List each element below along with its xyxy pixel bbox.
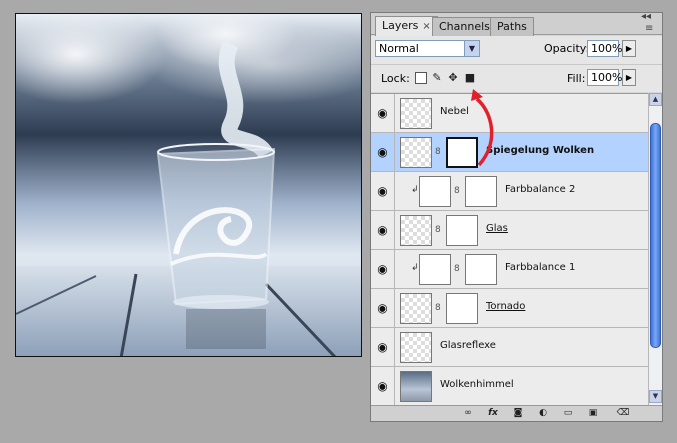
clipping-arrow-icon: ↲: [411, 263, 419, 273]
layer-row-wolkenhimmel[interactable]: ◉ Wolkenhimmel: [371, 367, 648, 405]
scroll-up-icon[interactable]: ▲: [649, 93, 662, 106]
layer-row-farbbalance-2[interactable]: ◉ ↲ 8 Farbbalance 2: [371, 172, 648, 211]
tab-channels[interactable]: Channels: [432, 17, 497, 36]
visibility-eye-icon[interactable]: ◉: [371, 94, 395, 132]
layer-thumbnail: [400, 332, 432, 363]
new-layer-icon[interactable]: ▣: [586, 407, 600, 420]
mask-link-chain-icon[interactable]: 8: [454, 264, 460, 274]
fill-label: Fill:: [567, 72, 586, 85]
lock-position-move-icon[interactable]: ✥: [447, 72, 459, 84]
trash-icon[interactable]: ⌫: [616, 407, 630, 420]
mask-link-chain-icon[interactable]: 8: [435, 147, 441, 157]
layers-panel: Layers × Channels Paths ◂◂ ≡ Normal ▼ Opa…: [370, 12, 663, 422]
fill-slider-button[interactable]: ▶: [622, 69, 636, 86]
tab-paths[interactable]: Paths: [490, 17, 534, 36]
adjustment-layer-icon[interactable]: ◐: [536, 407, 550, 420]
layer-thumbnail: [400, 371, 432, 402]
layer-thumbnail: [400, 293, 432, 324]
add-mask-icon[interactable]: ◙: [511, 407, 525, 420]
adjustment-layer-icon: [419, 254, 451, 285]
visibility-eye-icon[interactable]: ◉: [371, 250, 395, 288]
lock-transparency-icon[interactable]: [415, 72, 427, 84]
chevron-down-icon[interactable]: ▼: [464, 41, 479, 56]
layer-mask-thumbnail[interactable]: [446, 215, 478, 246]
opacity-label: Opacity:: [544, 42, 590, 55]
layer-row-glasreflexe[interactable]: ◉ Glasreflexe: [371, 328, 648, 367]
layer-thumbnail: [400, 98, 432, 129]
layer-thumbnail: [400, 137, 432, 168]
panel-tab-bar: Layers × Channels Paths ◂◂ ≡: [371, 12, 662, 36]
layers-scrollbar[interactable]: ▲ ▼: [648, 93, 662, 405]
mask-link-chain-icon[interactable]: 8: [454, 186, 460, 196]
mask-link-chain-icon[interactable]: 8: [435, 303, 441, 313]
panel-menu-icon[interactable]: ≡: [645, 24, 653, 34]
visibility-eye-icon[interactable]: ◉: [371, 289, 395, 327]
scroll-down-icon[interactable]: ▼: [649, 390, 662, 403]
clipping-arrow-icon: ↲: [411, 185, 419, 195]
document-canvas[interactable]: [15, 13, 362, 357]
layer-style-fx-icon[interactable]: fx: [486, 407, 500, 420]
annotation-arrow: [471, 89, 494, 167]
adjustment-layer-icon: [419, 176, 451, 207]
layer-mask-thumbnail[interactable]: [446, 293, 478, 324]
tab-layers[interactable]: Layers ×: [375, 16, 438, 36]
scrollbar-thumb[interactable]: [650, 123, 661, 348]
blend-options-row: Normal ▼ Opacity: 100% ▶: [371, 36, 662, 64]
visibility-eye-icon[interactable]: ◉: [371, 211, 395, 249]
mask-link-chain-icon[interactable]: 8: [435, 225, 441, 235]
layer-row-farbbalance-1[interactable]: ◉ ↲ 8 Farbbalance 1: [371, 250, 648, 289]
new-group-folder-icon[interactable]: ▭: [561, 407, 575, 420]
blend-mode-select[interactable]: Normal ▼: [375, 40, 480, 57]
visibility-eye-icon[interactable]: ◉: [371, 172, 395, 210]
lock-row: Lock: ✎ ✥ ■ Fill: 100% ▶: [371, 64, 662, 92]
opacity-slider-button[interactable]: ▶: [622, 40, 636, 57]
layer-mask-thumbnail[interactable]: [465, 176, 497, 207]
layer-mask-thumbnail[interactable]: [465, 254, 497, 285]
visibility-eye-icon[interactable]: ◉: [371, 328, 395, 366]
layer-row-glas[interactable]: ◉ 8 Glas: [371, 211, 648, 250]
link-layers-icon[interactable]: ∞: [461, 407, 475, 420]
visibility-eye-icon[interactable]: ◉: [371, 367, 395, 405]
lock-image-brush-icon[interactable]: ✎: [431, 72, 443, 84]
collapse-panel-icon[interactable]: ◂◂: [641, 12, 651, 22]
layers-bottom-toolbar: ∞ fx ◙ ◐ ▭ ▣ ⌫: [371, 405, 662, 421]
layer-row-tornado[interactable]: ◉ 8 Tornado: [371, 289, 648, 328]
visibility-eye-icon[interactable]: ◉: [371, 133, 395, 171]
canvas-image: [16, 14, 361, 356]
layer-thumbnail: [400, 215, 432, 246]
fill-field[interactable]: 100%: [587, 69, 622, 86]
opacity-field[interactable]: 100%: [587, 40, 622, 57]
close-tab-icon[interactable]: ×: [422, 21, 430, 32]
lock-label: Lock:: [381, 72, 410, 85]
